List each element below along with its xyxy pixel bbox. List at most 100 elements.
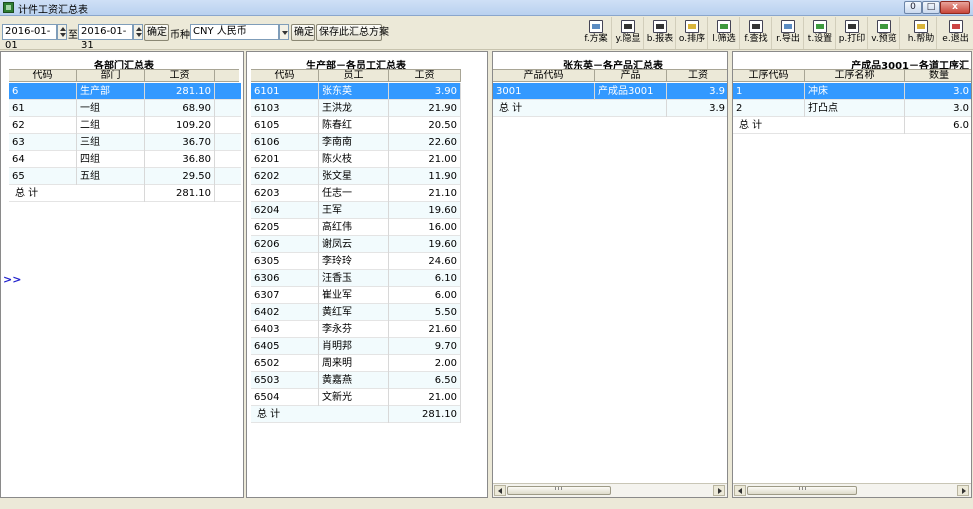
emp-cell: 6307 (251, 287, 319, 304)
currency-confirm-button[interactable]: 确定 (291, 24, 315, 41)
proc-total-row[interactable]: 总 计 6.0 (733, 117, 971, 134)
tool-help[interactable]: h.帮助 (906, 17, 937, 49)
scroll-left-arrow[interactable] (494, 485, 506, 496)
proc-table-header: 工序代码 工序名称 数量 (733, 69, 971, 82)
prod-hscrollbar[interactable] (493, 483, 727, 497)
prod-col-name[interactable]: 产品 (595, 70, 667, 82)
proc-cell: 3.0 (905, 100, 971, 117)
emp-table-row[interactable]: 6103 王洪龙 21.90 (251, 100, 461, 117)
proc-table-row[interactable]: 2 打凸点 3.0 (733, 100, 971, 117)
maximize-button[interactable]: □ (922, 1, 940, 14)
emp-table-row[interactable]: 6206 谢凤云 19.60 (251, 236, 461, 253)
emp-cell: 21.10 (389, 185, 461, 202)
emp-table-row[interactable]: 6202 张文星 11.90 (251, 168, 461, 185)
end-date-spinner[interactable] (133, 24, 143, 40)
tool-exit[interactable]: e.退出 (940, 17, 971, 49)
emp-table-row[interactable]: 6502 周来明 2.00 (251, 355, 461, 372)
proc-col-code[interactable]: 工序代码 (733, 70, 805, 82)
emp-table-row[interactable]: 6101 张东英 3.90 (251, 83, 461, 100)
emp-col-name[interactable]: 员工 (319, 70, 389, 82)
start-date-input[interactable]: 2016-01-01 (2, 24, 57, 51)
prod-table-row[interactable]: 3001 产成品3001 3.9 (493, 83, 727, 100)
emp-table-header: 代码 员工 工资 (251, 69, 461, 82)
currency-input[interactable]: CNY 人民币 (190, 24, 279, 40)
scroll-thumb[interactable] (507, 486, 611, 495)
emp-table-row[interactable]: 6405 肖明邦 9.70 (251, 338, 461, 355)
emp-table-row[interactable]: 6305 李玲玲 24.60 (251, 253, 461, 270)
prod-cell: 产成品3001 (595, 83, 667, 100)
proc-col-name[interactable]: 工序名称 (805, 70, 905, 82)
emp-table-row[interactable]: 6205 高红伟 16.00 (251, 219, 461, 236)
emp-cell: 21.90 (389, 100, 461, 117)
emp-cell: 6101 (251, 83, 319, 100)
proc-col-qty[interactable]: 数量 (905, 70, 971, 82)
prod-col-code[interactable]: 产品代码 (493, 70, 595, 82)
emp-table-row[interactable]: 6201 陈火枝 21.00 (251, 151, 461, 168)
emp-table-row[interactable]: 6307 崔业军 6.00 (251, 287, 461, 304)
emp-table-row[interactable]: 6503 黄嘉燕 6.50 (251, 372, 461, 389)
emp-table-row[interactable]: 6203 任志一 21.10 (251, 185, 461, 202)
emp-cell: 21.00 (389, 151, 461, 168)
emp-table-row[interactable]: 6504 文新光 21.00 (251, 389, 461, 406)
proc-hscrollbar[interactable] (733, 483, 971, 497)
tool-report[interactable]: b.报表 (645, 17, 676, 49)
emp-table-row[interactable]: 6106 李南南 22.60 (251, 134, 461, 151)
binoculars-icon (749, 20, 763, 33)
emp-table-row[interactable]: 6403 李永芬 21.60 (251, 321, 461, 338)
emp-col-code[interactable]: 代码 (251, 70, 319, 82)
currency-label: 币种 (170, 30, 190, 41)
tool-scheme[interactable]: f.方案 (581, 17, 612, 49)
scroll-left-arrow[interactable] (734, 485, 746, 496)
tool-preview[interactable]: v.预览 (869, 17, 900, 49)
start-date-spinner[interactable] (57, 24, 67, 40)
emp-table-row[interactable]: 6204 王军 19.60 (251, 202, 461, 219)
dept-table-row[interactable]: 65 五组 29.50 (9, 168, 241, 185)
prod-total-row[interactable]: 总 计 3.9 (493, 100, 727, 117)
dept-col-code[interactable]: 代码 (9, 70, 77, 82)
close-button[interactable]: x (940, 1, 970, 14)
dept-total-row[interactable]: 总 计 281.10 (9, 185, 241, 202)
prod-col-wage[interactable]: 工资 (667, 70, 727, 82)
dept-col-name[interactable]: 部门 (77, 70, 145, 82)
tool-hide-show[interactable]: y.隐显 (613, 17, 644, 49)
date-confirm-button[interactable]: 确定 (144, 24, 169, 41)
book-icon (589, 20, 603, 33)
dept-cell: 61 (9, 100, 77, 117)
emp-table-row[interactable]: 6306 汪香玉 6.10 (251, 270, 461, 287)
tool-filter[interactable]: l.筛选 (709, 17, 740, 49)
end-date-input[interactable]: 2016-01-31 (78, 24, 133, 51)
proc-total-label: 总 计 (733, 117, 905, 134)
emp-cell: 6106 (251, 134, 319, 151)
emp-cell: 19.60 (389, 202, 461, 219)
tool-export[interactable]: r.导出 (773, 17, 804, 49)
dept-cell: 6 (9, 83, 77, 100)
emp-cell: 11.90 (389, 168, 461, 185)
emp-cell: 19.60 (389, 236, 461, 253)
tool-find[interactable]: f.查找 (741, 17, 772, 49)
scroll-right-arrow[interactable] (713, 485, 725, 496)
emp-cell: 21.60 (389, 321, 461, 338)
expand-toggle[interactable]: >> (3, 273, 21, 286)
dept-table-row[interactable]: 61 一组 68.90 (9, 100, 241, 117)
tool-sort[interactable]: o.排序 (677, 17, 708, 49)
scroll-right-arrow[interactable] (957, 485, 969, 496)
emp-col-wage[interactable]: 工资 (389, 70, 461, 82)
dept-col-wage[interactable]: 工资 (145, 70, 215, 82)
tool-print[interactable]: p.打印 (837, 17, 868, 49)
dept-table-row[interactable]: 63 三组 36.70 (9, 134, 241, 151)
emp-cell: 6405 (251, 338, 319, 355)
dept-table-row[interactable]: 64 四组 36.80 (9, 151, 241, 168)
emp-table-row[interactable]: 6402 黄红军 5.50 (251, 304, 461, 321)
dept-table-row[interactable]: 6 生产部 281.10 (9, 83, 241, 100)
tool-settings[interactable]: t.设置 (805, 17, 836, 49)
proc-table-row[interactable]: 1 冲床 3.0 (733, 83, 971, 100)
currency-dropdown[interactable] (279, 24, 289, 40)
dept-table-row[interactable]: 62 二组 109.20 (9, 117, 241, 134)
emp-cell: 肖明邦 (319, 338, 389, 355)
emp-cell: 张文星 (319, 168, 389, 185)
save-scheme-button[interactable]: 保存此汇总方案 (316, 24, 389, 41)
emp-total-row[interactable]: 总 计 281.10 (251, 406, 461, 423)
emp-cell: 文新光 (319, 389, 389, 406)
emp-table-row[interactable]: 6105 陈春红 20.50 (251, 117, 461, 134)
minimize-button[interactable]: 0 (904, 1, 922, 14)
